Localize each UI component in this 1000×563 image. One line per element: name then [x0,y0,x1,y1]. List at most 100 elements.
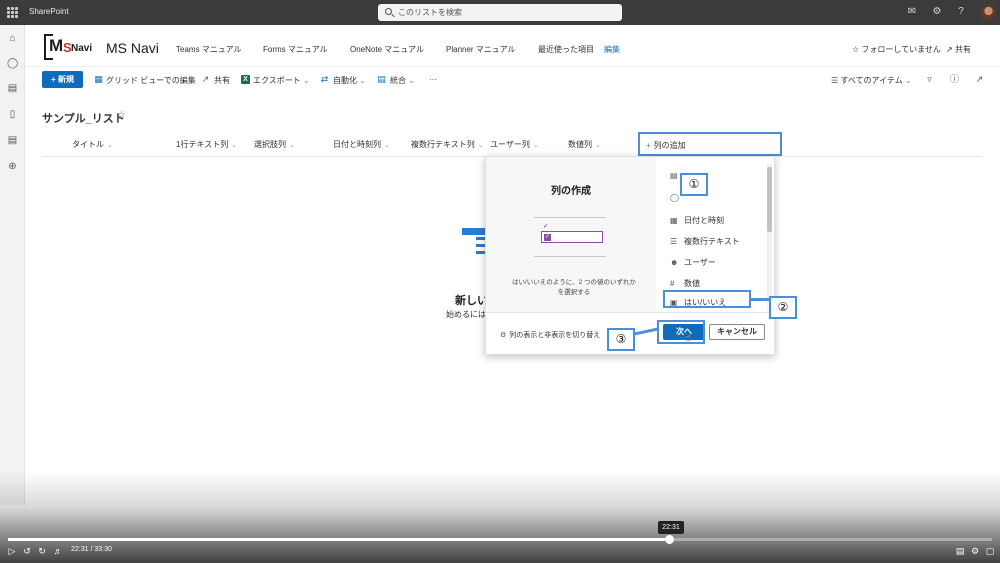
chevron-down-icon: ⌄ [303,76,310,85]
annotation-box-next [657,320,705,344]
column-header-title[interactable]: タイトル ⌄ [72,139,113,150]
automate-label: 自動化 [333,76,357,85]
panel-title: 列の作成 [551,186,591,197]
nav-link-forms[interactable]: Forms マニュアル [263,44,328,55]
search-icon [385,8,392,15]
column-header-datetime[interactable]: 日付と時刻列 ⌄ [333,139,390,150]
column-header-multiline[interactable]: 複数行テキスト列 ⌄ [411,139,484,150]
nav-link-planner[interactable]: Planner マニュアル [446,44,516,55]
expand-icon[interactable]: ↗ [975,75,984,84]
video-time: 22:31 / 33:30 [71,546,112,553]
home-icon[interactable]: ⌂ [7,33,18,44]
sharepoint-brand[interactable]: SharePoint [29,7,69,16]
site-share-label: 共有 [954,45,971,54]
panel-scrollbar[interactable] [767,164,772,310]
column-header-label: ユーザー列 [490,140,530,149]
column-header-choice[interactable]: 選択肢列 ⌄ [254,139,295,150]
info-icon[interactable]: ⓘ [950,75,959,84]
megaphone-icon[interactable]: ✉ [906,6,918,18]
column-type-datetime[interactable]: ▦ 日付と時刻 [670,215,724,226]
column-type-number[interactable]: # 数値 [670,278,700,289]
chevron-down-icon: ⌄ [532,142,539,149]
list-icon[interactable]: ▤ [7,135,18,146]
toggle-columns-label: 列の表示と非表示を切り替え [509,332,601,339]
scrollbar-thumb[interactable] [767,167,772,232]
column-type-user[interactable]: ☻ ユーザー [670,257,716,268]
search-placeholder: このリストを検索 [398,8,462,17]
nav-link-recent[interactable]: 最近使った項目 [538,44,594,55]
annotation-number-3: ③ [607,328,635,351]
column-header-label: 1行テキスト列 [176,140,229,149]
add-column-button[interactable]: + 列の追加 [638,132,782,156]
automate-button[interactable]: 自動化 ⌄ [333,75,366,86]
fullscreen-icon[interactable]: ▢ [984,545,996,557]
column-description: はい/いいえのように、2 つの値のいずれか を選択する [504,278,644,298]
create-icon[interactable]: ⊕ [7,161,18,172]
column-header-label: 複数行テキスト列 [411,140,475,149]
grid-icon: ▦ [94,74,103,84]
column-header-text[interactable]: 1行テキスト列 ⌄ [176,139,237,150]
view-selector[interactable]: ☰ すべてのアイテム ⌄ [831,75,912,86]
choice-icon: ◯ [670,193,679,202]
site-logo[interactable]: M S Navi [44,34,93,60]
toggle-columns-link[interactable]: ⚙ 列の表示と非表示を切り替え [500,330,600,340]
chevron-down-icon: ⌄ [477,142,484,149]
annotation-number-1: ① [680,173,708,196]
screen: SharePoint このリストを検索 ✉ ⚙ ? ⌂ ◯ ▤ ▯ ▤ ⊕ M … [0,0,1000,563]
chevron-down-icon: ⌄ [904,76,912,85]
site-share-button[interactable]: ↗ 共有 [946,44,971,55]
share-icon: ↗ [201,74,210,84]
nav-link-onenote[interactable]: OneNote マニュアル [350,44,424,55]
help-icon[interactable]: ? [955,6,967,18]
rewind-icon[interactable]: ↺ [21,545,33,557]
empty-state-subtitle: 始めるには [446,310,486,319]
gear-icon[interactable]: ⚙ [931,6,943,18]
column-header-label: タイトル [72,140,104,149]
cancel-button[interactable]: キャンセル [709,324,765,340]
annotation-number-2: ② [769,296,797,319]
list-view-icon: ☰ [831,76,839,85]
panel-divider [486,312,776,313]
share-button[interactable]: 共有 [214,75,230,86]
app-rail: ⌂ ◯ ▤ ▯ ▤ ⊕ [0,25,25,505]
filter-icon[interactable]: ▿ [925,75,934,84]
export-label: エクスポート [253,76,301,85]
avatar[interactable] [981,5,996,20]
annotation-box-yesno [663,290,751,308]
calendar-icon: ▦ [670,216,678,225]
captions-icon[interactable]: ▤ [954,545,966,557]
new-label: 新規 [57,75,74,84]
settings-icon[interactable]: ⚙ [969,545,981,557]
play-icon[interactable]: ▷ [6,545,18,557]
new-button[interactable]: + 新規 [42,71,83,88]
column-header-number[interactable]: 数値列 ⌄ [568,139,601,150]
document-icon[interactable]: ▯ [7,109,18,120]
favorite-star-icon[interactable]: ☆ [117,110,126,121]
globe-icon[interactable]: ◯ [7,58,18,69]
multiline-icon: ☰ [670,237,678,246]
yes-no-preview: ✓ ✓ [534,217,606,257]
nav-link-teams[interactable]: Teams マニュアル [176,44,242,55]
volume-icon[interactable]: ♬ [52,545,64,557]
video-progress-bar[interactable] [8,535,992,544]
more-button[interactable]: ··· [429,75,437,84]
nav-edit-link[interactable]: 編集 [604,44,620,55]
forward-icon[interactable]: ↻ [36,545,48,557]
column-type-list: ▤ ◯ ▦ 日付と時刻 ☰ 複数行テキスト ☻ ユーザー # 数値 ▣ はい/いいえ [656,157,776,312]
integrate-button[interactable]: 統合 ⌄ [390,75,415,86]
checkbox-icon: ✓ [544,234,551,241]
export-button[interactable]: エクスポート ⌄ [253,75,310,86]
chevron-down-icon: ⌄ [595,142,601,149]
chevron-down-icon: ⌄ [289,142,295,149]
integrate-label: 統合 [390,76,406,85]
grid-edit-button[interactable]: グリッド ビューでの編集 [106,75,196,86]
column-header-user[interactable]: ユーザー列 ⌄ [490,139,539,150]
column-header-label: 数値列 [568,140,592,149]
search-input[interactable]: このリストを検索 [378,4,622,21]
site-title[interactable]: MS Navi [106,40,159,56]
news-icon[interactable]: ▤ [7,83,18,94]
app-launcher-icon[interactable] [7,7,18,18]
column-type-multiline[interactable]: ☰ 複数行テキスト [670,236,740,247]
logo-text-navi: Navi [71,43,93,54]
follow-button[interactable]: ☆ フォローしていません [852,44,941,55]
